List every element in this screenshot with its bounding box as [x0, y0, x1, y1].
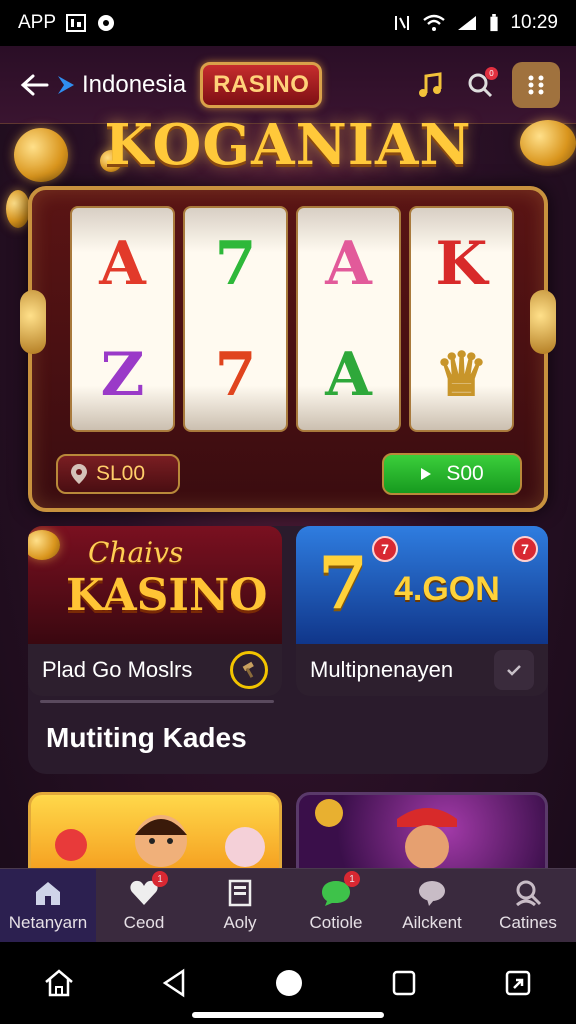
bottom-tab-bar: Netanyarn 1 Ceod Aoly 1 Cotiole Ailckent…	[0, 868, 576, 942]
game-card-gon[interactable]: 7 4.GON 7 7 Multipnenayen	[296, 526, 548, 696]
search-user-icon	[516, 880, 542, 906]
music-button[interactable]	[412, 67, 448, 103]
player-avatar-icon	[315, 799, 457, 869]
game-card-art: Chaivs KASINO	[28, 526, 282, 644]
reel-4: K ♛	[409, 206, 514, 432]
nav-overview-icon[interactable]	[391, 968, 417, 998]
tab-favorites[interactable]: 1 Ceod	[96, 869, 192, 942]
reel-1: A Z	[70, 206, 175, 432]
tab-label: Cotiole	[309, 912, 363, 932]
play-icon	[421, 468, 432, 480]
check-icon	[507, 665, 521, 676]
nav-recents-circle-icon[interactable]	[273, 967, 305, 999]
notification-badge: 0	[485, 66, 498, 80]
status-bar: APP 10:29	[0, 0, 576, 46]
settings-status-icon	[98, 15, 115, 31]
status-time: 10:29	[510, 12, 558, 33]
nav-switch-icon[interactable]	[503, 968, 533, 998]
app-status-label: APP	[18, 12, 57, 33]
coin-decoration	[28, 530, 60, 560]
game-card-art: 7 4.GON 7 7	[296, 526, 548, 644]
grid-menu-button[interactable]	[512, 61, 560, 108]
tab-alerts[interactable]: Ailckent	[384, 869, 480, 942]
tab-label: Netanyarn	[8, 912, 88, 932]
reel-symbol: A	[99, 228, 146, 299]
nfc-icon	[395, 16, 410, 30]
game-card-badge: 7	[512, 536, 538, 562]
battery-icon	[490, 14, 499, 32]
region-flag-icon	[58, 75, 74, 94]
bubble-icon	[419, 880, 445, 906]
game-card-kasino[interactable]: Chaivs KASINO Plad Go Moslrs	[28, 526, 282, 696]
tab-badge: 1	[152, 871, 168, 887]
reel-2: 7 7	[183, 206, 288, 432]
app-screen: APP 10:29 Indonesia RASINO 0 KOGANIAN A …	[0, 0, 576, 1024]
game-card-art-seven: 7	[318, 540, 369, 625]
reel-symbol: 7	[214, 228, 257, 299]
region-selector[interactable]: Indonesia	[56, 71, 186, 99]
tab-label: Catines	[499, 912, 557, 932]
gallery-icon	[66, 14, 87, 32]
nav-home-icon[interactable]	[43, 968, 75, 998]
document-icon	[228, 879, 252, 906]
reel-symbol: ♛	[434, 339, 489, 410]
home-icon	[36, 881, 60, 905]
bet-amount-label: SL00	[96, 462, 146, 485]
back-arrow-icon	[20, 74, 49, 95]
tab-profile[interactable]: Catines	[480, 869, 576, 942]
bet-bar: SL00 S00	[44, 446, 534, 502]
bet-amount-button[interactable]: SL00	[56, 454, 180, 494]
game-card-footer: Multipnenayen	[296, 644, 548, 696]
cartoon-character-icon	[55, 815, 265, 867]
nav-back-icon[interactable]	[161, 968, 187, 998]
game-card-label: Plad Go Moslrs	[42, 657, 193, 682]
slot-left-knob	[20, 290, 46, 354]
music-note-icon	[419, 71, 442, 97]
section-divider	[40, 700, 274, 703]
slot-reels: A Z 7 7 A A K ♛	[70, 206, 514, 432]
reel-symbol: A	[325, 339, 372, 410]
spin-amount-label: S00	[446, 462, 484, 485]
game-card-label: Multipnenayen	[310, 657, 454, 682]
hammer-icon	[242, 661, 254, 678]
reel-symbol: Z	[100, 339, 145, 410]
section-title: Mutiting Kades	[46, 722, 247, 753]
game-card-badge: 7	[372, 536, 398, 562]
location-pin-icon	[71, 464, 87, 484]
game-card-art-value: 4.GON	[394, 570, 500, 608]
back-button[interactable]	[16, 67, 52, 103]
reel-3: A A	[296, 206, 401, 432]
slot-machine: A Z 7 7 A A K ♛ SL00 S00	[20, 186, 556, 512]
game-card-art-line1: Chaivs	[88, 536, 184, 569]
tab-home[interactable]: Netanyarn	[0, 869, 96, 942]
home-indicator	[192, 1012, 384, 1018]
tab-label: Aoly	[223, 912, 257, 932]
tab-label: Ceod	[123, 912, 165, 932]
game-card-footer: Plad Go Moslrs	[28, 644, 282, 696]
grid-icon	[528, 75, 544, 94]
hero-title: KOGANIAN	[104, 112, 472, 178]
tab-apply[interactable]: Aoly	[192, 869, 288, 942]
brand-logo: RASINO	[200, 61, 323, 108]
games-panel: Chaivs KASINO Plad Go Moslrs 7 4.GON 7 7…	[28, 526, 548, 774]
coin-decoration	[6, 190, 30, 228]
tab-badge: 1	[344, 871, 360, 887]
tab-label: Ailckent	[402, 912, 462, 932]
hammer-button[interactable]	[230, 651, 268, 689]
region-label: Indonesia	[82, 70, 187, 98]
reel-symbol: K	[435, 228, 488, 299]
reel-symbol: 7	[214, 339, 257, 410]
tab-chat[interactable]: 1 Cotiole	[288, 869, 384, 942]
signal-icon	[458, 16, 477, 30]
reel-symbol: A	[325, 228, 372, 299]
wifi-icon	[423, 14, 446, 31]
game-card-art-line2: KASINO	[66, 570, 268, 621]
spin-button[interactable]: S00	[382, 453, 522, 495]
slot-right-knob	[530, 290, 556, 354]
select-button[interactable]	[494, 650, 534, 690]
search-button[interactable]: 0	[462, 66, 498, 103]
